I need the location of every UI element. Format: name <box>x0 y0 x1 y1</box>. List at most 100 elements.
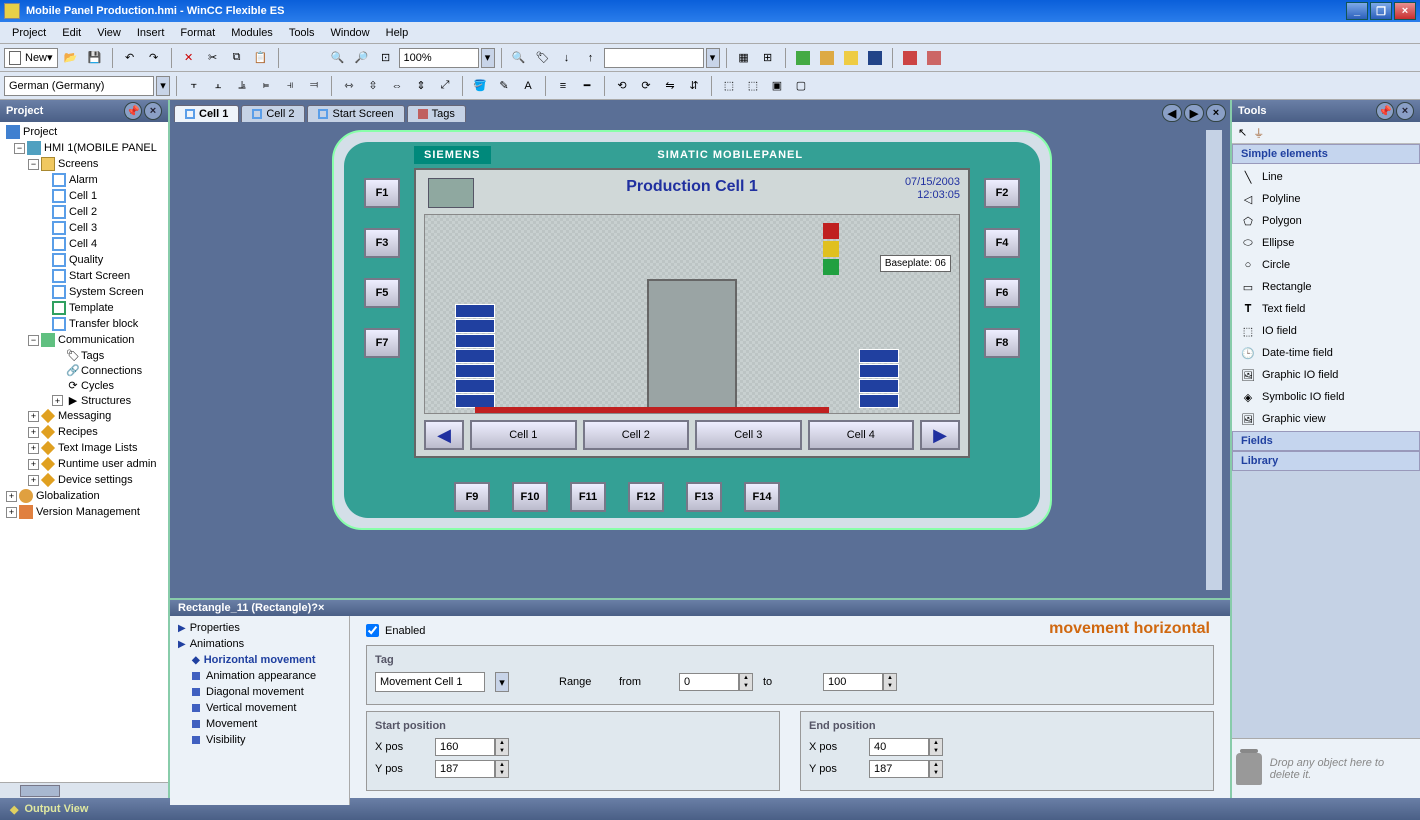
tree-screen-cell-2[interactable]: Cell 2 <box>2 204 166 220</box>
tree-screen-cell-4[interactable]: Cell 4 <box>2 236 166 252</box>
tree-comm-structures[interactable]: +▶Structures <box>2 393 166 408</box>
tab-close-icon[interactable]: × <box>1206 104 1226 122</box>
size-both-icon[interactable]: ⤢ <box>434 75 456 97</box>
copy-icon[interactable]: ⧉ <box>226 47 248 69</box>
font-color-icon[interactable]: A <box>517 75 539 97</box>
rotate-left-icon[interactable]: ⟲ <box>611 75 633 97</box>
tab-next-icon[interactable]: ▶ <box>1184 104 1204 122</box>
tool-text-field[interactable]: 𝐓Text field <box>1234 298 1418 320</box>
tab-start-screen[interactable]: Start Screen <box>307 105 404 122</box>
tree-runtime-user-admin[interactable]: +Runtime user admin <box>2 456 166 472</box>
fill-icon[interactable]: 🪣 <box>469 75 491 97</box>
tree-device-settings[interactable]: +Device settings <box>2 472 166 488</box>
tree-screen-alarm[interactable]: Alarm <box>2 172 166 188</box>
line-style-icon[interactable]: ≡ <box>552 75 574 97</box>
pt-vertical[interactable]: Vertical movement <box>174 700 345 716</box>
f4-button[interactable]: F4 <box>984 228 1020 258</box>
size-h-icon[interactable]: ⇕ <box>410 75 432 97</box>
f2-button[interactable]: F2 <box>984 178 1020 208</box>
minimize-button[interactable]: _ <box>1346 2 1368 20</box>
pt-movement[interactable]: Movement <box>174 716 345 732</box>
props-close-icon[interactable]: × <box>318 602 324 614</box>
tool-polygon[interactable]: ⬠Polygon <box>1234 210 1418 232</box>
table-icon[interactable]: ▦ <box>733 47 755 69</box>
tree-comm-tags[interactable]: 🏷Tags <box>2 348 166 363</box>
tree-comm-cycles[interactable]: ⟳Cycles <box>2 378 166 393</box>
enabled-checkbox[interactable] <box>366 624 379 637</box>
tool-rectangle[interactable]: ▭Rectangle <box>1234 276 1418 298</box>
find-input[interactable] <box>604 48 704 68</box>
tool-circle[interactable]: ○Circle <box>1234 254 1418 276</box>
pen-icon[interactable]: ✎ <box>493 75 515 97</box>
menu-tools[interactable]: Tools <box>281 25 323 41</box>
f9-button[interactable]: F9 <box>454 482 490 512</box>
project-scrollbar[interactable] <box>0 782 168 798</box>
align-mid-icon[interactable]: ⫣ <box>279 75 301 97</box>
zoom-dropdown[interactable]: ▾ <box>481 48 495 68</box>
align-top-icon[interactable]: ⫢ <box>255 75 277 97</box>
menu-format[interactable]: Format <box>172 25 223 41</box>
tool-ellipse[interactable]: ⬭Ellipse <box>1234 232 1418 254</box>
box4-icon[interactable] <box>899 47 921 69</box>
tool-graphic-io-field[interactable]: 🖼Graphic IO field <box>1234 364 1418 386</box>
f12-button[interactable]: F12 <box>628 482 664 512</box>
props-pin-icon[interactable]: ? <box>311 602 318 614</box>
tree-screen-quality[interactable]: Quality <box>2 252 166 268</box>
hmi-screen[interactable]: Production Cell 1 07/15/200312:03:05 Bas… <box>414 168 970 458</box>
f11-button[interactable]: F11 <box>570 482 606 512</box>
menu-window[interactable]: Window <box>323 25 378 41</box>
f1-button[interactable]: F1 <box>364 178 400 208</box>
tree-screens[interactable]: −Screens <box>2 156 166 172</box>
up-icon[interactable]: ↑ <box>580 47 602 69</box>
box2-icon[interactable] <box>840 47 862 69</box>
find-icon[interactable]: 🔍 <box>508 47 530 69</box>
nav-cell1[interactable]: Cell 1 <box>470 420 577 450</box>
canvas-vscroll[interactable] <box>1206 130 1222 590</box>
box3-icon[interactable] <box>864 47 886 69</box>
align-right-icon[interactable]: ⫡ <box>231 75 253 97</box>
grid-icon[interactable]: ⊞ <box>757 47 779 69</box>
tree-messaging[interactable]: +Messaging <box>2 408 166 424</box>
tab-prev-icon[interactable]: ◀ <box>1162 104 1182 122</box>
nav-cell3[interactable]: Cell 3 <box>695 420 802 450</box>
flip-h-icon[interactable]: ⇋ <box>659 75 681 97</box>
end-x-input[interactable] <box>869 738 929 756</box>
tag-icon[interactable]: 🏷 <box>532 47 554 69</box>
zoom-in-icon[interactable]: 🔍 <box>327 47 349 69</box>
menu-insert[interactable]: Insert <box>129 25 173 41</box>
new-button[interactable]: New ▾ <box>4 48 58 68</box>
ungroup-icon[interactable]: ⬚ <box>742 75 764 97</box>
align-bot-icon[interactable]: ⫤ <box>303 75 325 97</box>
category-simple[interactable]: Simple elements <box>1232 144 1420 164</box>
tree-root[interactable]: Project <box>2 124 166 140</box>
group-icon[interactable]: ⬚ <box>718 75 740 97</box>
tab-cell-1[interactable]: Cell 1 <box>174 105 239 122</box>
redo-icon[interactable]: ↷ <box>143 47 165 69</box>
delete-icon[interactable]: ✕ <box>178 47 200 69</box>
pt-animations[interactable]: ▶Animations <box>174 636 345 652</box>
zoom-input[interactable] <box>399 48 479 68</box>
nav-cell4[interactable]: Cell 4 <box>808 420 915 450</box>
pt-properties[interactable]: ▶Properties <box>174 620 345 636</box>
pin-icon[interactable]: 📌 <box>124 102 142 120</box>
find-dropdown[interactable]: ▾ <box>706 48 720 68</box>
nav-prev-icon[interactable]: ◀ <box>424 420 464 450</box>
delete-drop-zone[interactable]: Drop any object here to delete it. <box>1232 738 1420 798</box>
tool-graphic-view[interactable]: 🖼Graphic view <box>1234 408 1418 430</box>
zoom-fit-icon[interactable]: ⊡ <box>375 47 397 69</box>
cut-icon[interactable]: ✂ <box>202 47 224 69</box>
category-fields[interactable]: Fields <box>1232 431 1420 451</box>
tool-line[interactable]: ╲Line <box>1234 166 1418 188</box>
open-icon[interactable]: 📂 <box>60 47 82 69</box>
align-center-icon[interactable]: ⫠ <box>207 75 229 97</box>
zoom-out-icon[interactable]: 🔎 <box>351 47 373 69</box>
f8-button[interactable]: F8 <box>984 328 1020 358</box>
canvas[interactable]: SIEMENS SIMATIC MOBILEPANEL F1 F3 F5 F7 … <box>170 122 1230 598</box>
pt-visibility[interactable]: Visibility <box>174 732 345 748</box>
size-w-icon[interactable]: ⇔ <box>386 75 408 97</box>
f6-button[interactable]: F6 <box>984 278 1020 308</box>
paste-icon[interactable]: 📋 <box>250 47 272 69</box>
tools-pin-icon[interactable]: 📌 <box>1376 102 1394 120</box>
tree-recipes[interactable]: +Recipes <box>2 424 166 440</box>
tool-symbolic-io-field[interactable]: ◈Symbolic IO field <box>1234 386 1418 408</box>
